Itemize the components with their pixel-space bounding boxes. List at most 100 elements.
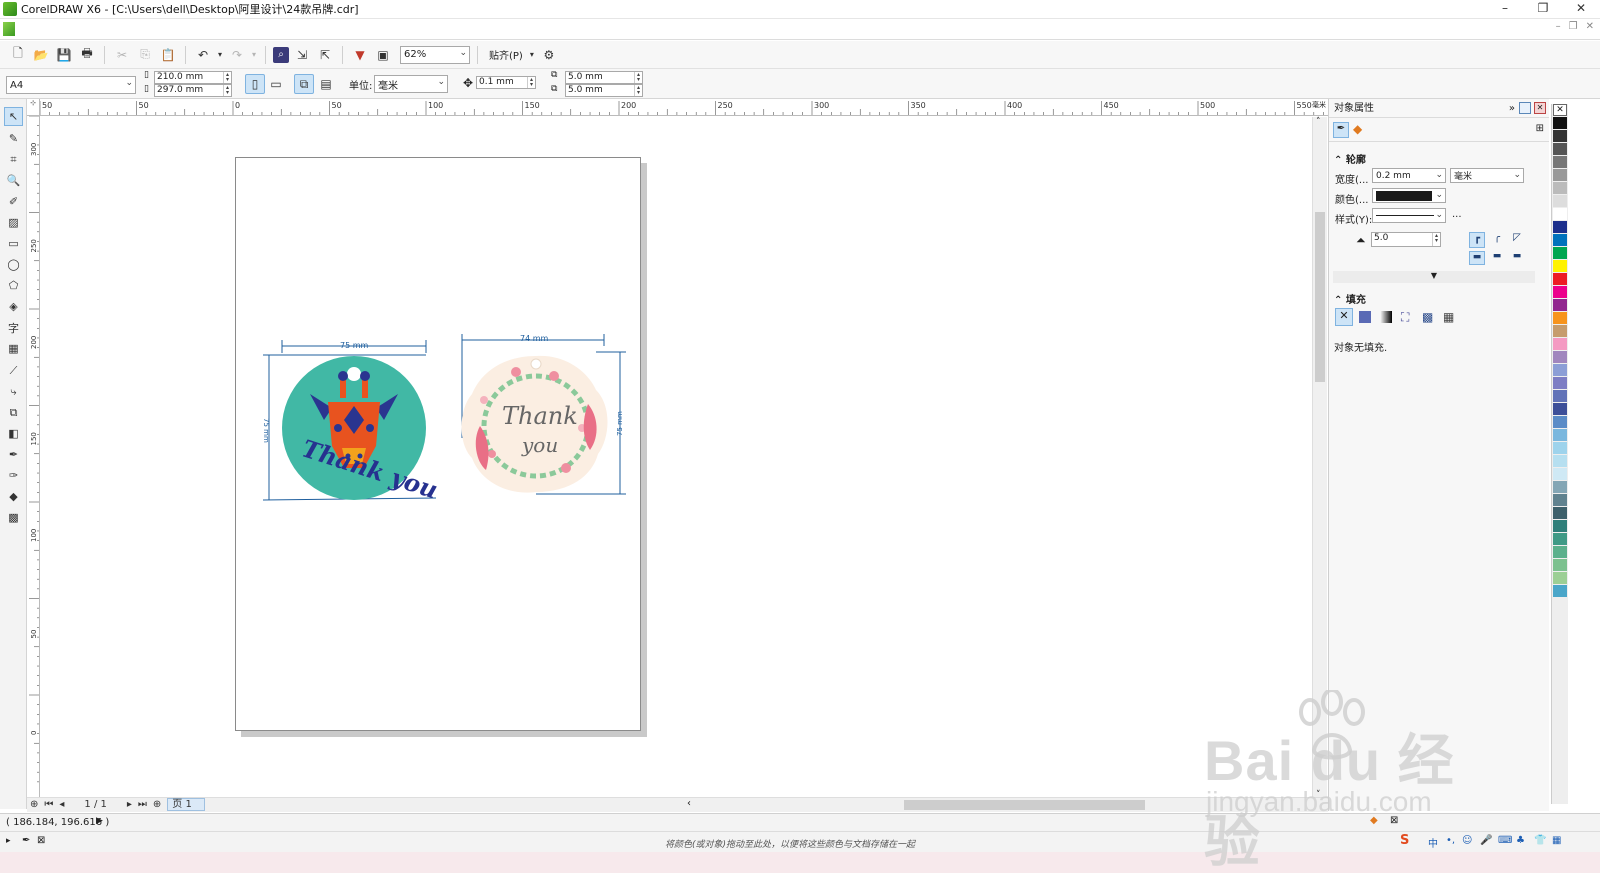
- palette-color-swatch[interactable]: [1553, 377, 1567, 389]
- document-icon[interactable]: [3, 22, 15, 36]
- transparency-tool-icon[interactable]: ◧: [4, 424, 23, 443]
- doc-restore-icon[interactable]: ❐: [1569, 21, 1578, 32]
- palette-color-swatch[interactable]: [1553, 403, 1567, 415]
- vertical-ruler[interactable]: 300 250 200 150 100 50 0: [27, 116, 40, 800]
- ime-shirt-icon[interactable]: 👕: [1534, 835, 1546, 846]
- portrait-button[interactable]: ▯: [245, 74, 265, 94]
- docker-options-icon[interactable]: ⊞: [1536, 123, 1544, 134]
- bitmap-pattern-fill-icon[interactable]: ▩: [1422, 310, 1433, 324]
- fill-section-header[interactable]: ⌃ 填充: [1334, 291, 1366, 306]
- more-styles-button[interactable]: ...: [1452, 209, 1462, 220]
- palette-color-swatch[interactable]: [1553, 429, 1567, 441]
- next-page-icon[interactable]: ▸: [127, 799, 132, 810]
- paper-size-select[interactable]: A4 ⌄: [6, 76, 136, 94]
- crop-tool-icon[interactable]: ⌗: [4, 150, 23, 169]
- vertical-scroll-thumb[interactable]: [1315, 212, 1325, 382]
- snap-dropdown-icon[interactable]: ▾: [528, 45, 536, 65]
- ime-emoji-icon[interactable]: ☺: [1462, 835, 1472, 846]
- no-fill-button[interactable]: ✕: [1335, 308, 1353, 326]
- shape-tool-icon[interactable]: ✎: [4, 129, 23, 148]
- palette-color-swatch[interactable]: [1553, 559, 1567, 571]
- palette-color-swatch[interactable]: [1553, 455, 1567, 467]
- duplicate-y-field[interactable]: 5.0 mm ▴ ▾: [565, 84, 643, 97]
- docker-close-icon[interactable]: ✕: [1534, 102, 1546, 114]
- palette-color-swatch[interactable]: [1553, 520, 1567, 532]
- print-icon[interactable]: 🖶: [77, 45, 97, 65]
- palette-color-swatch[interactable]: [1553, 260, 1567, 272]
- palette-color-swatch[interactable]: [1553, 442, 1567, 454]
- palette-color-swatch[interactable]: [1553, 117, 1567, 129]
- text-tool-icon[interactable]: 字: [4, 318, 23, 337]
- palette-color-swatch[interactable]: [1553, 572, 1567, 584]
- open-icon[interactable]: 📂: [31, 45, 51, 65]
- spinner-arrows[interactable]: ▴ ▾: [527, 77, 535, 88]
- interactive-fill-tool-icon[interactable]: ▩: [4, 508, 23, 527]
- pick-tool-icon[interactable]: ↖: [4, 107, 23, 126]
- polygon-tool-icon[interactable]: ⬠: [4, 276, 23, 295]
- options-icon[interactable]: ⚙: [539, 45, 559, 65]
- palette-color-swatch[interactable]: [1553, 364, 1567, 376]
- export-icon[interactable]: ⇱: [315, 45, 335, 65]
- paste-icon[interactable]: 📋: [158, 45, 178, 65]
- outline-style-select[interactable]: ⌄: [1372, 208, 1446, 223]
- horizontal-scroll-thumb[interactable]: [904, 800, 1145, 810]
- status-expand-icon[interactable]: ▶: [96, 816, 103, 826]
- doc-minimize-icon[interactable]: –: [1556, 21, 1561, 32]
- vector-pattern-fill-icon[interactable]: ⛶: [1401, 310, 1409, 325]
- palette-color-swatch[interactable]: [1553, 247, 1567, 259]
- freehand-tool-icon[interactable]: ✐: [4, 192, 23, 211]
- ruler-origin[interactable]: ⊹: [27, 99, 40, 116]
- outline-section-header[interactable]: ⌃ 轮廓: [1334, 151, 1366, 166]
- landscape-button[interactable]: ▭: [266, 74, 286, 94]
- corner-bevel-button[interactable]: ◸: [1509, 232, 1525, 248]
- no-fill-swatch-icon[interactable]: ⊠: [37, 835, 45, 846]
- corner-miter-button[interactable]: ┏: [1469, 232, 1485, 248]
- unit-select[interactable]: 毫米 ⌄: [374, 75, 448, 93]
- spinner-arrows[interactable]: ▴ ▾: [1432, 233, 1440, 246]
- page-height-field[interactable]: 297.0 mm ▴ ▾: [154, 84, 232, 97]
- ime-voice-icon[interactable]: 🎤: [1480, 835, 1492, 846]
- palette-color-swatch[interactable]: [1553, 390, 1567, 402]
- no-color-swatch[interactable]: ✕: [1553, 104, 1567, 116]
- snap-to-menu[interactable]: 贴齐(P): [489, 47, 523, 62]
- ime-chinese-icon[interactable]: 中: [1428, 835, 1438, 850]
- miter-limit-field[interactable]: 5.0 ▴ ▾: [1371, 232, 1441, 247]
- horizontal-scrollbar[interactable]: ‹: [27, 797, 1328, 812]
- ime-skin-icon[interactable]: ♣: [1516, 835, 1525, 846]
- vertical-scrollbar[interactable]: ˄ ˅: [1312, 117, 1327, 800]
- drawing-canvas[interactable]: 75 mm 75 mm Thank you 74 mm 75 mm Thank …: [41, 117, 1312, 800]
- undo-icon[interactable]: ↶: [193, 45, 213, 65]
- fill-tab-icon[interactable]: ◆: [1353, 122, 1362, 136]
- close-button[interactable]: ✕: [1562, 0, 1600, 19]
- smart-fill-tool-icon[interactable]: ▨: [4, 213, 23, 232]
- outline-width-select[interactable]: 0.2 mm ⌄: [1372, 168, 1446, 183]
- palette-color-swatch[interactable]: [1553, 351, 1567, 363]
- scroll-left-icon[interactable]: ‹: [687, 798, 691, 809]
- ime-grid-icon[interactable]: ▦: [1552, 835, 1561, 846]
- scroll-up-icon[interactable]: ˄: [1316, 117, 1321, 127]
- palette-color-swatch[interactable]: [1553, 481, 1567, 493]
- welcome-screen-icon[interactable]: ▣: [373, 45, 393, 65]
- spinner-arrows[interactable]: ▴ ▾: [223, 72, 231, 83]
- add-page-end-icon[interactable]: ⊕: [153, 799, 161, 810]
- redo-dropdown-icon[interactable]: ▾: [250, 45, 258, 65]
- postscript-fill-icon[interactable]: ▦: [1443, 310, 1454, 324]
- copy-icon[interactable]: ⎘: [135, 45, 155, 65]
- palette-color-swatch[interactable]: [1553, 312, 1567, 324]
- expand-more-icon[interactable]: ▼: [1333, 271, 1535, 283]
- horizontal-ruler[interactable]: 50 50 0 50 100 150 200 250 300 350 400 450 500 550 毫米: [40, 99, 1328, 116]
- palette-color-swatch[interactable]: [1553, 234, 1567, 246]
- outline-pen-tool-icon[interactable]: ✑: [4, 466, 23, 485]
- drawing-page[interactable]: 75 mm 75 mm Thank you 74 mm 75 mm Thank …: [235, 157, 641, 731]
- rectangle-tool-icon[interactable]: ▭: [4, 234, 23, 253]
- ellipse-tool-icon[interactable]: ◯: [4, 255, 23, 274]
- palette-color-swatch[interactable]: [1553, 273, 1567, 285]
- input-method-icon[interactable]: S: [1400, 833, 1409, 848]
- palette-color-swatch[interactable]: [1553, 416, 1567, 428]
- redo-icon[interactable]: ↷: [227, 45, 247, 65]
- eyedropper-tool-icon[interactable]: ✒: [4, 445, 23, 464]
- zoom-level-select[interactable]: 62% ⌄: [400, 45, 470, 64]
- zoom-tool-icon[interactable]: 🔍: [4, 171, 23, 190]
- spinner-arrows[interactable]: ▴ ▾: [223, 85, 231, 96]
- page-tab[interactable]: 页 1: [167, 798, 205, 811]
